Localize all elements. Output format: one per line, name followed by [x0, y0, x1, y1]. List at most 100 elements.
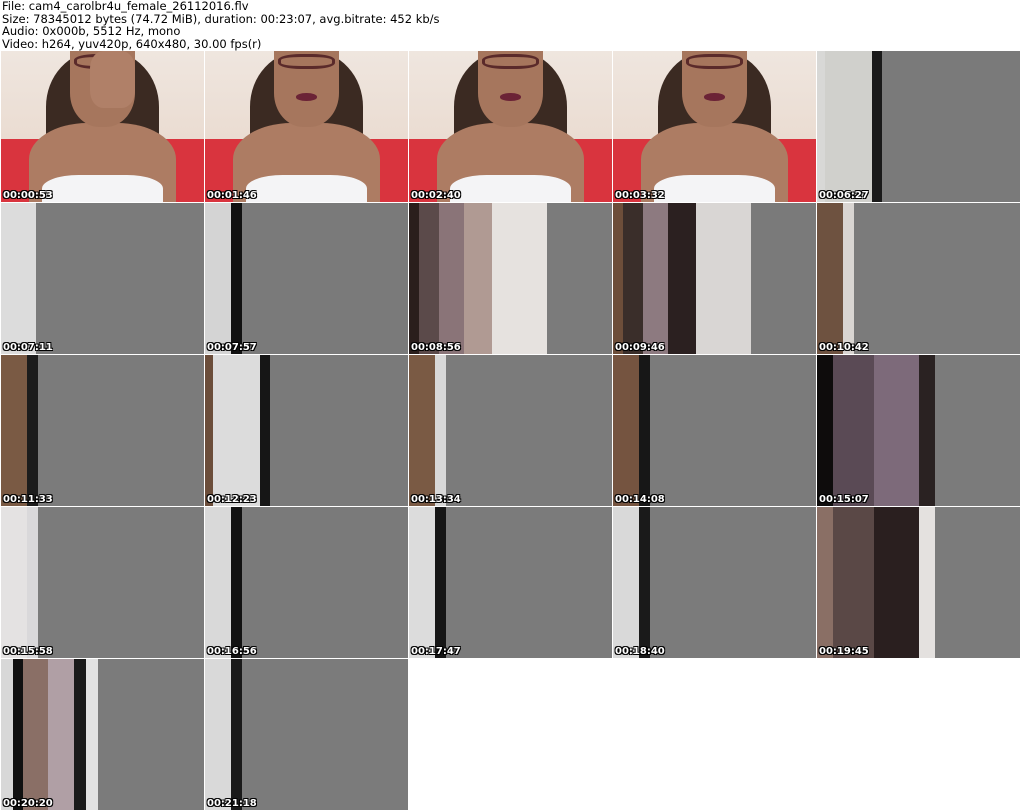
media-info-header: File: cam4_carolbr4u_female_26112016.flv… — [2, 0, 1022, 50]
video-thumbnail: 00:19:45 — [817, 507, 1020, 658]
frame-band — [23, 659, 49, 810]
thumbnail-timestamp: 00:00:53 — [3, 190, 53, 201]
thumbnail-frame — [1, 203, 204, 354]
thumbnail-frame — [613, 355, 816, 506]
frame-band — [873, 507, 920, 658]
frame-band — [213, 355, 261, 506]
frame-band — [833, 355, 875, 506]
frame-band — [881, 51, 1020, 202]
cam-glasses — [482, 54, 539, 70]
thumbnail-frame — [409, 507, 612, 658]
frame-band — [934, 507, 1020, 658]
thumbnail-timestamp: 00:06:27 — [819, 190, 869, 201]
thumbnail-frame — [817, 355, 1020, 506]
cam-top — [449, 174, 572, 202]
thumbnail-grid: 00:00:53 00:01:46 00:02:40 00:03:32 00:06:27… — [1, 51, 1023, 811]
thumbnail-timestamp: 00:07:11 — [3, 342, 53, 353]
thumbnail-frame — [817, 203, 1020, 354]
frame-band — [643, 203, 669, 354]
frame-band — [853, 203, 1020, 354]
video-thumbnail: 00:12:23 — [205, 355, 408, 506]
thumbnail-frame — [1, 507, 204, 658]
frame-band — [873, 355, 920, 506]
cam-top — [41, 174, 164, 202]
thumbnail-frame — [1, 51, 204, 202]
video-thumbnail: 00:10:42 — [817, 203, 1020, 354]
thumbnail-timestamp: 00:16:56 — [207, 646, 257, 657]
video-thumbnail: 00:17:47 — [409, 507, 612, 658]
thumbnail-frame — [205, 355, 408, 506]
video-thumbnail: 00:20:20 — [1, 659, 204, 810]
thumbnail-frame — [1, 659, 204, 810]
thumbnail-frame — [613, 51, 816, 202]
frame-band — [445, 355, 612, 506]
thumbnail-timestamp: 00:08:56 — [411, 342, 461, 353]
thumbnail-timestamp: 00:15:07 — [819, 494, 869, 505]
video-thumbnail: 00:01:46 — [205, 51, 408, 202]
thumbnail-timestamp: 00:17:47 — [411, 646, 461, 657]
thumbnail-timestamp: 00:01:46 — [207, 190, 257, 201]
video-thumbnail: 00:08:56 — [409, 203, 612, 354]
frame-band — [241, 203, 408, 354]
video-thumbnail: 00:14:08 — [613, 355, 816, 506]
video-thumbnail: 00:11:33 — [1, 355, 204, 506]
frame-band — [1, 355, 29, 506]
video-thumbnail: 00:21:18 — [205, 659, 408, 810]
cam-lips — [296, 93, 317, 101]
thumbnail-frame — [817, 51, 1020, 202]
thumbnail-frame — [409, 51, 612, 202]
video-thumbnail: 00:13:34 — [409, 355, 612, 506]
frame-band — [833, 507, 875, 658]
video-thumbnail: 00:06:27 — [817, 51, 1020, 202]
thumbnail-timestamp: 00:19:45 — [819, 646, 869, 657]
frame-band — [623, 203, 645, 354]
video-thumbnail: 00:00:53 — [1, 51, 204, 202]
frame-band — [492, 203, 549, 354]
thumbnail-timestamp: 00:20:20 — [3, 798, 53, 809]
frame-band — [817, 355, 835, 506]
thumbnail-timestamp: 00:13:34 — [411, 494, 461, 505]
frame-band — [817, 203, 845, 354]
cam-hand — [90, 51, 135, 109]
frame-band — [649, 355, 816, 506]
frame-band — [1, 507, 29, 658]
frame-band — [547, 203, 612, 354]
frame-band — [241, 659, 408, 810]
frame-band — [439, 203, 465, 354]
thumbnail-frame — [409, 355, 612, 506]
frame-band — [649, 507, 816, 658]
video-thumbnail: 00:07:11 — [1, 203, 204, 354]
cam-lips — [704, 93, 725, 101]
thumbnail-frame — [205, 51, 408, 202]
frame-band — [918, 355, 936, 506]
frame-band — [409, 507, 437, 658]
cam-lips — [500, 93, 521, 101]
frame-band — [751, 203, 816, 354]
frame-band — [37, 355, 204, 506]
frame-band — [613, 355, 641, 506]
frame-band — [205, 507, 233, 658]
frame-band — [1, 203, 37, 354]
frame-band — [667, 203, 698, 354]
frame-band — [445, 507, 612, 658]
thumbnail-timestamp: 00:07:57 — [207, 342, 257, 353]
frame-band — [463, 203, 494, 354]
frame-band — [205, 659, 233, 810]
cam-top — [653, 174, 776, 202]
thumbnail-frame — [613, 203, 816, 354]
thumbnail-timestamp: 00:02:40 — [411, 190, 461, 201]
thumbnail-timestamp: 00:09:46 — [615, 342, 665, 353]
frame-band — [409, 355, 437, 506]
frame-band — [817, 507, 835, 658]
thumbnail-timestamp: 00:15:58 — [3, 646, 53, 657]
frame-band — [98, 659, 204, 810]
frame-band — [696, 203, 753, 354]
video-thumbnail: 00:02:40 — [409, 51, 612, 202]
thumbnail-frame — [1, 355, 204, 506]
thumbnail-timestamp: 00:18:40 — [615, 646, 665, 657]
thumbnail-frame — [613, 507, 816, 658]
thumbnail-timestamp: 00:10:42 — [819, 342, 869, 353]
frame-band — [269, 355, 408, 506]
thumbnail-timestamp: 00:14:08 — [615, 494, 665, 505]
video-thumbnail: 00:18:40 — [613, 507, 816, 658]
